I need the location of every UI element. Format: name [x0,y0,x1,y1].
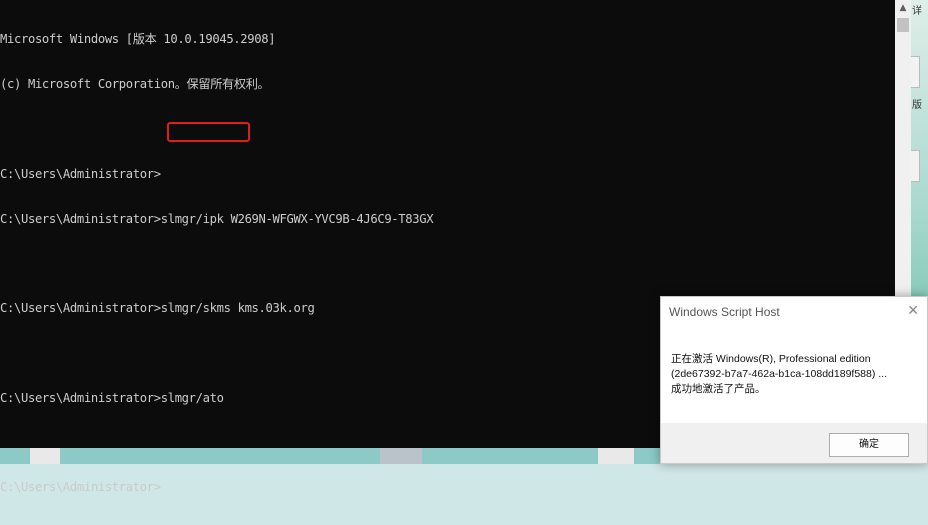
dialog-message-line: 成功地激活了产品。 [671,383,766,395]
scroll-up-arrow-icon[interactable]: ▲ [895,0,911,16]
desktop-widget [910,56,920,88]
close-icon[interactable]: ✕ [907,302,919,319]
console-line: C:\Users\Administrator>slmgr/ipk W269N-W… [0,211,434,226]
desktop-text-fragment: 版 [912,100,922,111]
command-highlight-box [167,122,250,142]
console-line: C:\Users\Administrator> [0,480,161,494]
dialog-message: 正在激活 Windows(R), Professional edition (2… [671,352,921,397]
console-output: Microsoft Windows [版本 10.0.19045.2908] (… [0,2,434,525]
dialog-message-line: (2de67392-b7a7-462a-b1ca-108dd189f588) .… [671,368,888,380]
console-line: C:\Users\Administrator> [0,166,161,181]
desktop-item [598,446,634,464]
desktop-text-fragment: 详 [912,6,922,17]
desktop-widget [910,150,920,182]
windows-script-host-dialog: Windows Script Host ✕ 正在激活 Windows(R), P… [660,296,928,464]
ok-button[interactable]: 确定 [829,433,909,457]
console-line: C:\Users\Administrator>slmgr/ato [0,390,224,405]
scroll-thumb[interactable] [897,18,909,32]
dialog-title: Windows Script Host [669,305,780,319]
dialog-footer: 确定 [661,423,927,463]
console-line: Microsoft Windows [版本 10.0.19045.2908] [0,32,276,46]
dialog-message-line: 正在激活 Windows(R), Professional edition [671,353,871,365]
console-line: C:\Users\Administrator>slmgr/skms kms.03… [0,301,315,315]
console-line: (c) Microsoft Corporation。保留所有权利。 [0,77,270,91]
